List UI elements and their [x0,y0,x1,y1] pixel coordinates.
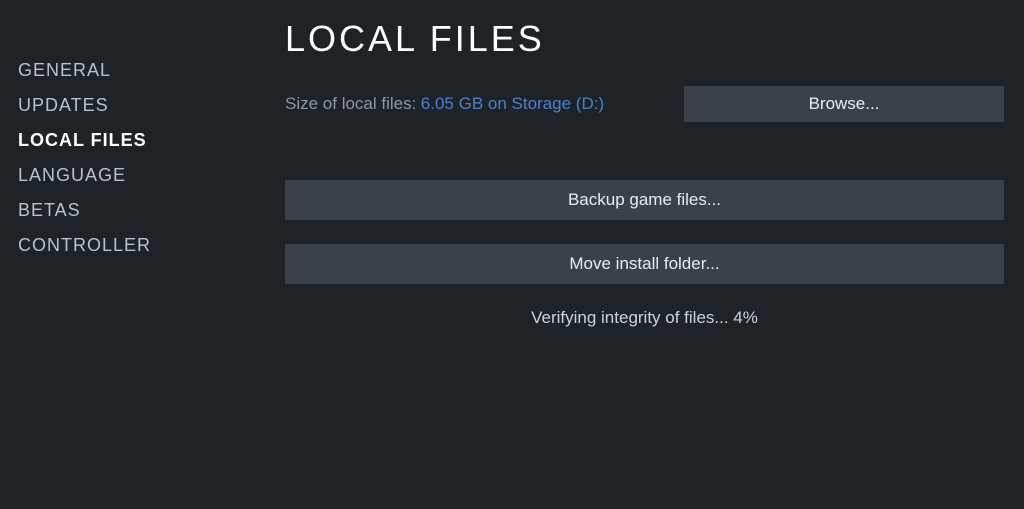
size-value: 6.05 GB on Storage (D:) [421,94,604,113]
sidebar-item-general[interactable]: GENERAL [18,60,245,81]
move-folder-button[interactable]: Move install folder... [285,244,1004,284]
size-row: Size of local files: 6.05 GB on Storage … [285,86,1004,122]
sidebar-item-language[interactable]: LANGUAGE [18,165,245,186]
sidebar-item-betas[interactable]: BETAS [18,200,245,221]
sidebar: GENERAL UPDATES LOCAL FILES LANGUAGE BET… [0,0,245,509]
sidebar-item-local-files[interactable]: LOCAL FILES [18,130,245,151]
browse-button[interactable]: Browse... [684,86,1004,122]
sidebar-item-controller[interactable]: CONTROLLER [18,235,245,256]
backup-button[interactable]: Backup game files... [285,180,1004,220]
page-title: LOCAL FILES [285,18,1004,60]
sidebar-item-updates[interactable]: UPDATES [18,95,245,116]
size-label: Size of local files: 6.05 GB on Storage … [285,94,604,114]
verify-status: Verifying integrity of files... 4% [285,308,1004,328]
main-panel: LOCAL FILES Size of local files: 6.05 GB… [245,0,1024,509]
size-label-text: Size of local files: [285,94,416,113]
